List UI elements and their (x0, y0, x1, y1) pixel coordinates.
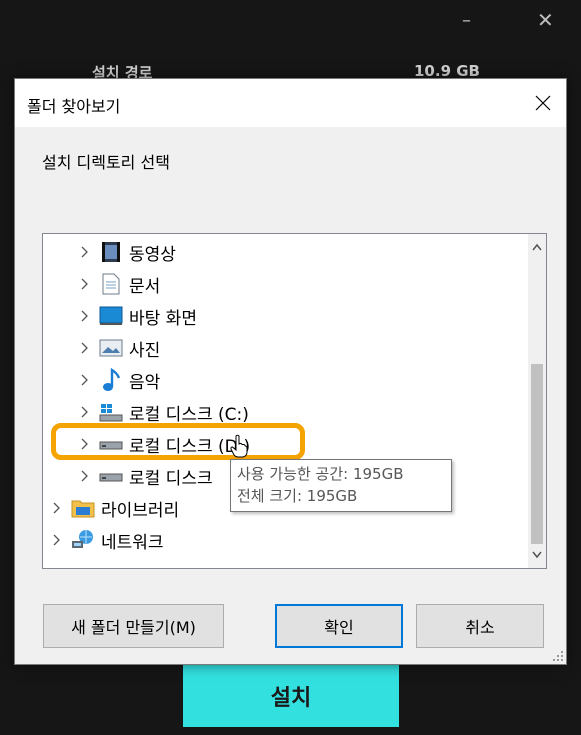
tree-item-label: 음악 (129, 372, 161, 393)
library-icon (71, 496, 95, 520)
hand-cursor-icon (230, 434, 248, 458)
tree-item-videos[interactable]: 동영상 (73, 238, 176, 266)
tree-item-label: 사진 (129, 340, 161, 361)
chevron-right-icon[interactable] (73, 246, 95, 258)
dialog-close-button[interactable] (520, 79, 566, 127)
tree-item-documents[interactable]: 문서 (73, 270, 160, 298)
chevron-right-icon[interactable] (73, 470, 95, 482)
drive-icon (99, 432, 123, 456)
ok-button[interactable]: 확인 (275, 604, 403, 648)
chevron-right-icon[interactable] (73, 406, 95, 418)
documents-folder-icon (99, 272, 123, 296)
tree-item-label: 바탕 화면 (129, 308, 197, 329)
tooltip-total-size: 전체 크기: 195GB (237, 487, 358, 505)
new-folder-button[interactable]: 새 폴더 만들기(M) (43, 604, 224, 648)
folder-tree[interactable]: 동영상 문서 바탕 화면 사진 음악 로컬 디스크 (C:) 로컬 디스크 (D… (42, 233, 547, 569)
tree-item-label: 로컬 디스크 (C:) (129, 404, 249, 425)
install-button[interactable]: 설치 (183, 664, 399, 727)
tree-item-drive-c[interactable]: 로컬 디스크 (C:) (73, 398, 249, 426)
close-button[interactable]: ✕ (537, 8, 554, 32)
scroll-up-button[interactable] (528, 238, 546, 256)
music-folder-icon (99, 368, 123, 392)
desktop-folder-icon (99, 304, 123, 328)
drive-tooltip: 사용 가능한 공간: 195GB 전체 크기: 195GB (230, 459, 452, 512)
dialog-titlebar: 폴더 찾아보기 (15, 79, 566, 127)
tree-item-pictures[interactable]: 사진 (73, 334, 160, 362)
tree-scrollbar[interactable] (528, 234, 546, 568)
resize-grip-icon[interactable] (552, 650, 564, 662)
chevron-right-icon[interactable] (73, 438, 95, 450)
network-icon (71, 528, 95, 552)
tree-item-label: 네트워크 (101, 532, 164, 553)
tree-item-label: 문서 (129, 276, 161, 297)
tree-item-desktop[interactable]: 바탕 화면 (73, 302, 197, 330)
video-folder-icon (99, 240, 123, 264)
tree-item-label: 로컬 디스크 (129, 468, 213, 489)
browse-folder-dialog: 폴더 찾아보기 설치 디렉토리 선택 동영상 문서 바탕 화면 사진 음악 로컬… (14, 78, 567, 665)
close-icon (535, 95, 551, 111)
dialog-instruction: 설치 디렉토리 선택 (42, 153, 170, 172)
chevron-right-icon[interactable] (73, 278, 95, 290)
chevron-right-icon[interactable] (45, 502, 67, 514)
chevron-right-icon[interactable] (73, 310, 95, 322)
scroll-thumb[interactable] (531, 364, 543, 544)
tree-item-music[interactable]: 음악 (73, 366, 160, 394)
tree-item-label: 동영상 (129, 244, 176, 265)
chevron-right-icon[interactable] (73, 374, 95, 386)
tree-item-drive-e[interactable]: 로컬 디스크 (73, 462, 213, 490)
chevron-down-icon (532, 551, 542, 559)
chevron-up-icon (532, 243, 542, 251)
windows-drive-icon (99, 400, 123, 424)
tree-item-drive-d[interactable]: 로컬 디스크 (D:) (73, 430, 250, 458)
dialog-title: 폴더 찾아보기 (27, 97, 121, 116)
scroll-down-button[interactable] (528, 546, 546, 564)
pictures-folder-icon (99, 336, 123, 360)
chevron-right-icon[interactable] (73, 342, 95, 354)
tree-item-network[interactable]: 네트워크 (45, 526, 164, 554)
drive-icon (99, 464, 123, 488)
chevron-right-icon[interactable] (45, 534, 67, 546)
tree-item-label: 라이브러리 (101, 500, 180, 521)
minimize-button[interactable]: – (462, 10, 471, 31)
cancel-button[interactable]: 취소 (416, 604, 544, 648)
tree-item-libraries[interactable]: 라이브러리 (45, 494, 179, 522)
tooltip-free-space: 사용 가능한 공간: 195GB (237, 465, 404, 483)
